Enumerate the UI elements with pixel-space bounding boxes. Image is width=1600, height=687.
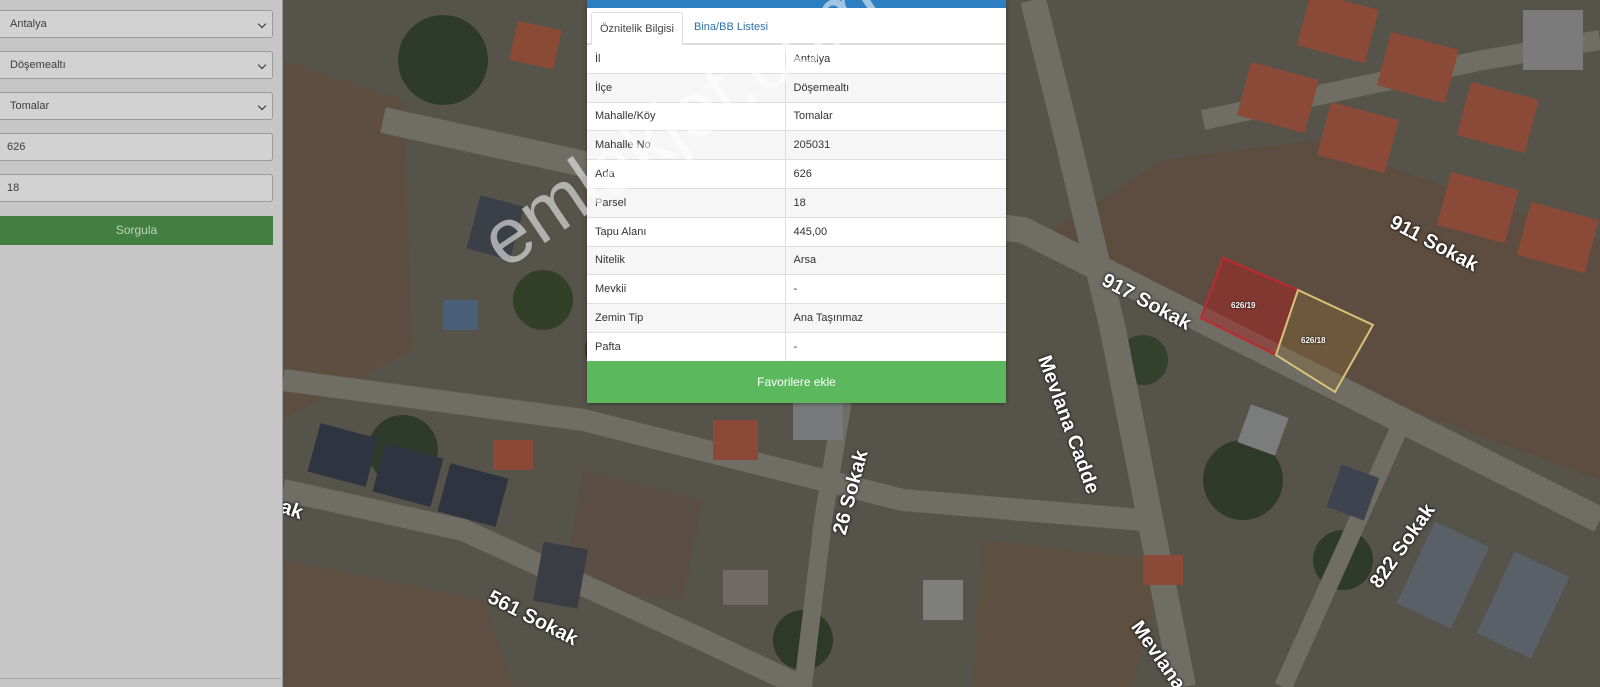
attribute-value: Arsa [785,245,1006,275]
attribute-value: 18 [785,187,1006,218]
attribute-key: Zemin Tip [587,303,786,333]
table-row: Pafta - [587,331,1006,362]
attribute-key: İlçe [587,72,786,103]
table-row: Mevkii - [587,274,1006,304]
parcel-label: 626/19 [1231,301,1256,310]
table-row: Mahalle/Köy Tomalar [587,101,1006,131]
district-select[interactable]: Döşemealtı [0,51,273,79]
attribute-value: 445,00 [785,216,1006,247]
attribute-value: Döşemealtı [785,72,1006,103]
search-panel: Antalya Döşemealtı Tomalar 626 18 Sorgul… [0,0,283,687]
table-row: Parsel 18 [587,187,1006,218]
attribute-value: 205031 [785,130,1006,160]
popup-tabs: Öznitelik Bilgisi Bina/BB Listesi [587,8,1006,45]
table-row: Nitelik Arsa [587,245,1006,275]
attribute-key: Nitelik [587,245,786,275]
attribute-key: Tapu Alanı [587,216,786,247]
attribute-key: Mevkii [587,274,786,304]
attribute-value: - [785,274,1006,304]
popup-header-bar [587,0,1006,8]
province-select[interactable]: Antalya [0,10,273,38]
table-row: Mahalle No 205031 [587,130,1006,160]
parcel-label: 626/18 [1301,336,1326,345]
attribute-key: Ada [587,159,786,189]
add-favorite-button[interactable]: Favorilere ekle [587,361,1006,403]
attribute-table: İl Antalya İlçe Döşemealtı Mahalle/Köy Toma… [587,44,1006,362]
attribute-value: Tomalar [785,101,1006,131]
attribute-key: Parsel [587,187,786,218]
attribute-popup: Öznitelik Bilgisi Bina/BB Listesi İl Anta… [587,0,1006,403]
attribute-value: - [785,331,1006,362]
table-row: Tapu Alanı 445,00 [587,216,1006,247]
tab-attributes[interactable]: Öznitelik Bilgisi [591,12,683,45]
attribute-key: İl [587,44,786,74]
attribute-key: Pafta [587,331,786,362]
parcel-input[interactable]: 18 [0,174,273,202]
attribute-value: Ana Taşınmaz [785,303,1006,333]
query-button[interactable]: Sorgula [0,216,273,245]
attribute-key: Mahalle/Köy [587,101,786,131]
table-row: İlçe Döşemealtı [587,72,1006,103]
table-row: Ada 626 [587,159,1006,189]
block-input[interactable]: 626 [0,133,273,161]
attribute-key: Mahalle No [587,130,786,160]
table-row: İl Antalya [587,44,1006,74]
neighborhood-select[interactable]: Tomalar [0,92,273,120]
divider [0,678,283,679]
table-row: Zemin Tip Ana Taşınmaz [587,303,1006,333]
attribute-value: Antalya [785,44,1006,74]
attribute-value: 626 [785,159,1006,189]
tab-building-list[interactable]: Bina/BB Listesi [686,11,776,44]
